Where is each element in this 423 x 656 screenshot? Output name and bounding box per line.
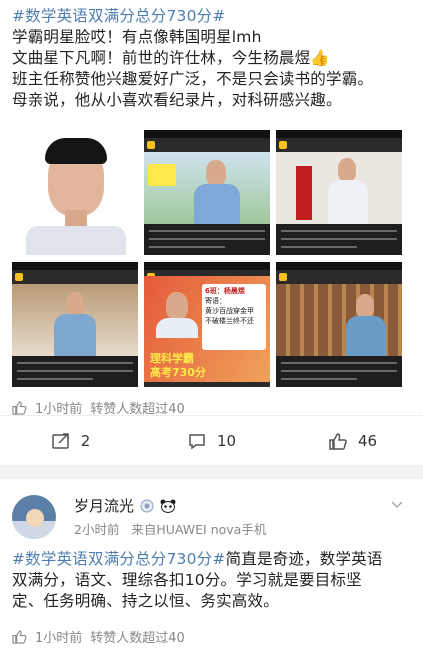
post-source: 来自HUAWEI nova手机 [131, 522, 267, 537]
hashtag-link[interactable]: #数学英语双满分总分730分# [12, 550, 226, 568]
image-thumb-video[interactable] [12, 262, 138, 387]
post-line: 简直是奇迹，数学英语 [225, 550, 383, 568]
poster-quote: 黄沙百战穿金甲 [205, 307, 254, 315]
username[interactable]: 岁月流光 [74, 495, 134, 516]
post-time: 2小时前 [74, 522, 120, 537]
post-line: 定、任务明确、持之以恒、务实高效。 [12, 592, 279, 610]
avatar[interactable] [12, 495, 56, 539]
post-line: 母亲说，他从小喜欢看纪录片，对科研感兴趣。 [12, 91, 342, 109]
post-line: 班主任称赞他兴趣爱好广泛，不是只会读书的学霸。 [12, 70, 374, 88]
poster-headline: 高考730分 [150, 366, 206, 379]
post-line: 学霸明星脸哎！有点像韩国明星lmh [12, 28, 262, 46]
image-thumb-video[interactable] [276, 262, 402, 387]
image-thumb-portrait[interactable] [12, 130, 138, 255]
comment-button[interactable]: 10 [141, 416, 282, 465]
repost-button[interactable]: 2 [0, 416, 141, 465]
post-line: 文曲星下凡啊！前世的许仕林，今生杨晨煜👍 [12, 49, 330, 67]
poster-quote: 不破楼兰终不还 [205, 317, 254, 325]
image-grid: 6班：杨晨煜 寄语： 黄沙百战穿金甲 不破楼兰终不还 理科学霸 高考730分 [12, 130, 402, 387]
image-thumb-video[interactable] [144, 130, 270, 255]
thumbs-up-icon [12, 400, 27, 415]
forward-count: 转赞人数超过40 [90, 631, 185, 646]
post-time: 1小时前 [35, 631, 83, 646]
thumbs-up-icon [12, 629, 27, 644]
comment-icon [189, 433, 205, 449]
poster-label: 寄语： [205, 297, 226, 305]
repost-count: 2 [80, 431, 91, 450]
post-text: #数学英语双满分总分730分#简直是奇迹，数学英语 双满分，语文、理综各扣10分… [12, 549, 413, 612]
chevron-down-icon[interactable] [391, 499, 403, 511]
panda-icon [160, 499, 176, 513]
hashtag-link[interactable]: #数学英语双满分总分730分# [12, 6, 413, 27]
weibo-post: #数学英语双满分总分730分# 学霸明星脸哎！有点像韩国明星lmh 文曲星下凡啊… [0, 0, 423, 465]
post-line: 双满分，语文、理综各扣10分。学习就是要目标坚 [12, 571, 362, 589]
username-row: 岁月流光 [74, 495, 176, 516]
level-badge-icon [140, 499, 154, 512]
repost-icon [51, 432, 69, 449]
comment-count: 10 [216, 431, 237, 450]
like-count: 46 [357, 431, 378, 450]
thumbs-up-icon [329, 432, 347, 450]
post-text: #数学英语双满分总分730分# 学霸明星脸哎！有点像韩国明星lmh 文曲星下凡啊… [12, 6, 413, 111]
image-thumb-poster[interactable]: 6班：杨晨煜 寄语： 黄沙百战穿金甲 不破楼兰终不还 理科学霸 高考730分 [144, 262, 270, 387]
image-thumb-video[interactable] [276, 130, 402, 255]
like-button[interactable]: 46 [282, 416, 423, 465]
weibo-post: 岁月流光 2小时前 来自HUAWEI nova手机 #数学英语双满分总分730分… [0, 479, 423, 656]
post-subline: 2小时前 来自HUAWEI nova手机 [74, 519, 266, 538]
post-meta: 1小时前 转赞人数超过40 [12, 627, 185, 646]
poster-name: 6班：杨晨煜 [205, 287, 245, 295]
action-bar: 2 10 46 [0, 415, 423, 465]
